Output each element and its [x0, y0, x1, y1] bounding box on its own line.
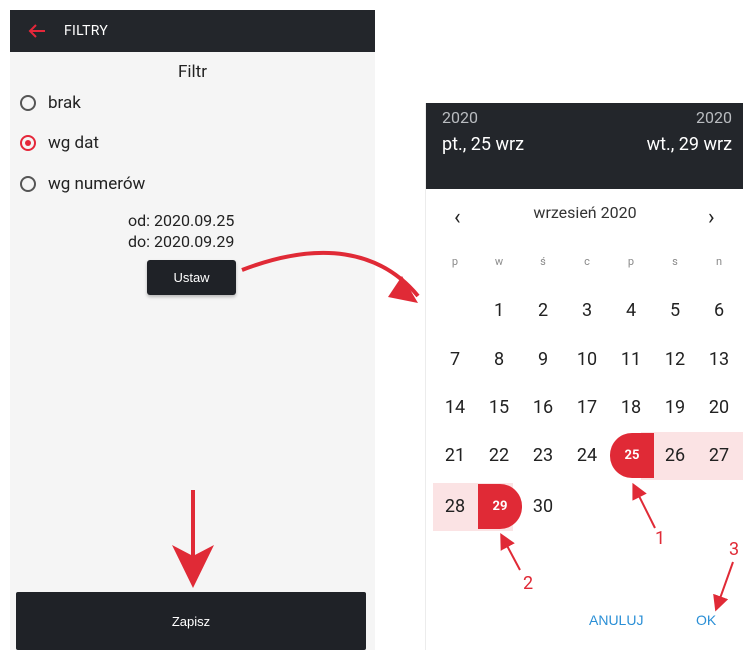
- pointer-2: [500, 532, 521, 571]
- annotation-arrows: [172, 250, 734, 612]
- annotation-2: 2: [523, 573, 534, 594]
- pointer-3: [713, 561, 734, 612]
- pointer-1: [632, 482, 656, 529]
- annotation-1: 1: [655, 528, 666, 549]
- flow-arrow: [241, 250, 420, 298]
- annotation-3: 3: [729, 539, 740, 560]
